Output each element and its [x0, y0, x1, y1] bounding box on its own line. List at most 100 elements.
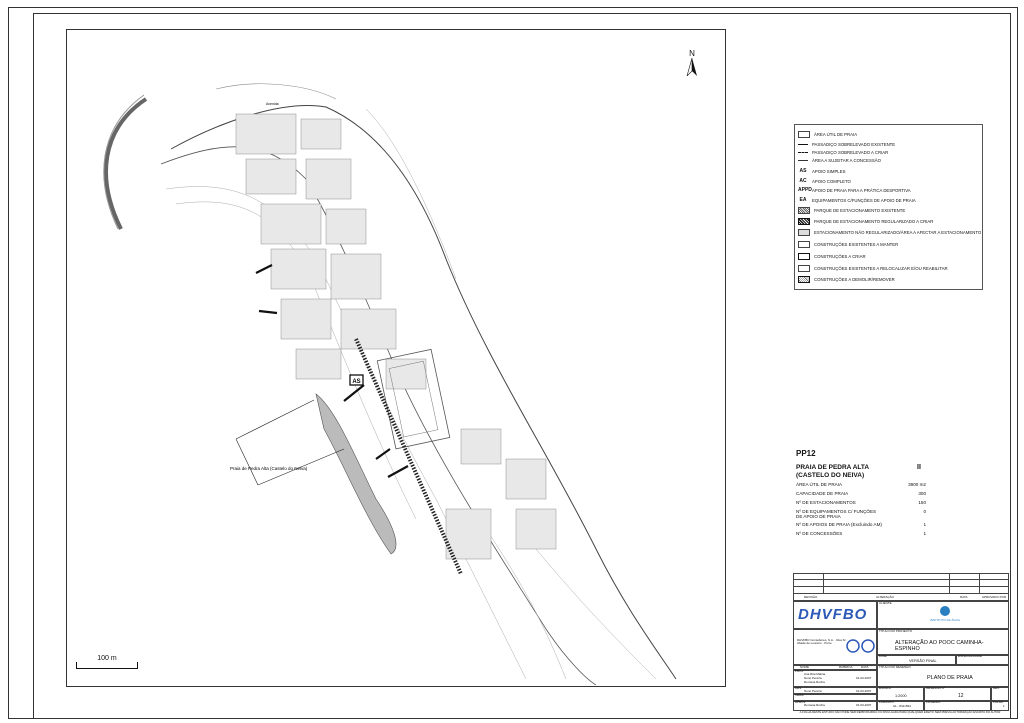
- beach-stat-row: Nº DE CONCESSÕES 1: [796, 531, 926, 536]
- north-arrow-icon: [686, 57, 697, 78]
- scale-label: 100 m: [97, 655, 117, 662]
- legend-label: CONSTRUÇÕES EXISTENTES A MANTER: [814, 242, 899, 247]
- project-title-cell: TÍTULO DO PROJECTO ALTERAÇÃO AO POOC CAM…: [876, 628, 1009, 656]
- scale-bar-graphic: [76, 662, 138, 669]
- legend-swatch-icon: [798, 144, 808, 145]
- beach-stat-row: Nº DE APOIOS DE PRAIA (Excluindo AM) 1: [796, 522, 926, 527]
- legend-item: AS APOIO SIMPLES: [798, 168, 846, 174]
- beach-stat-label: Nº DE ESTACIONAMENTOS: [796, 500, 856, 505]
- legend-item: ESTACIONAMENTO NÃO REGULARIZADO/ÁREA A A…: [798, 229, 981, 236]
- beach-stat-row: ÁREA ÚTIL DE PRAIA 3900 m2: [796, 482, 926, 487]
- legend-swatch-icon: [798, 229, 810, 236]
- legend-label: PASSADIÇO SOBRELEVADO A CRIAR: [812, 150, 889, 155]
- client-cell: CLIENTE INSTITUTO DA ÁGUA: [876, 600, 1009, 630]
- beach-stat-row: CAPACIDADE DE PRAIA 300: [796, 491, 926, 496]
- legend-swatch-icon: [798, 253, 810, 260]
- legend-swatch-icon: [798, 152, 808, 153]
- beach-stat-value: 150: [918, 500, 926, 505]
- rocky-shore: [315, 393, 397, 555]
- legend-label: CONSTRUÇÕES A CRIAR: [814, 254, 866, 259]
- role-label: DES.: [795, 686, 803, 690]
- legend-item: CONSTRUÇÕES EXISTENTES A RELOCALIZAR E/O…: [798, 265, 948, 272]
- beach-code: PP12: [796, 449, 816, 458]
- beach-stat-value: 300: [918, 491, 926, 496]
- legend-item: AC APOIO COMPLETO: [798, 178, 851, 184]
- legend-panel: ÁREA ÚTIL DE PRAIA PASSADIÇO SOBRELEVADO …: [794, 124, 983, 290]
- legend-swatch-icon: [798, 218, 810, 225]
- legend-item: EA EQUIPAMENTOS C/FUNÇÕES DE APOIO DE PRA…: [798, 197, 916, 203]
- legend-item: PASSADIÇO SOBRELEVADO A CRIAR: [798, 150, 888, 155]
- legend-item: CONSTRUÇÕES EXISTENTES A MANTER: [798, 241, 898, 248]
- legend-swatch-icon: [798, 276, 810, 283]
- legend-item: ÁREA A SUJEITAR A CONCESSÃO: [798, 158, 881, 163]
- legend-swatch-icon: [798, 160, 808, 161]
- legend-symbol: AC: [799, 178, 807, 184]
- beach-stat-label: Nº DE APOIOS DE PRAIA (Excluindo AM): [796, 522, 882, 527]
- legend-label: APOIO COMPLETO: [812, 178, 851, 184]
- legend-item: PARQUE DE ESTACIONAMENTO EXISTENTE: [798, 207, 905, 214]
- legend-label: PARQUE DE ESTACIONAMENTO REGULARIZADO A …: [814, 219, 934, 224]
- revision-table: [793, 573, 1009, 594]
- beach-stat-row: Nº DE EQUIPAMENTOS C/ FUNÇÕES DE APOIO DE…: [796, 509, 926, 520]
- legend-label: PARQUE DE ESTACIONAMENTO EXISTENTE: [814, 208, 906, 213]
- legend-label: CONSTRUÇÕES EXISTENTES A RELOCALIZAR E/O…: [814, 266, 948, 271]
- legend-item: PASSADIÇO SOBRELEVADO EXISTENTE: [798, 142, 895, 147]
- beach-info: PP12 PRAIA DE PEDRA ALTA (CASTELO DO NEI…: [796, 449, 926, 536]
- title-block: REVISÃO ALTERAÇÃO DATA APROVADO POR DHVF…: [793, 573, 1009, 716]
- legend-swatch-icon: [798, 207, 810, 214]
- role-date: 01-03-2007: [856, 703, 872, 707]
- north-label: N: [689, 49, 695, 58]
- legend-symbol: EA: [799, 197, 807, 203]
- legend-label: CONSTRUÇÕES A DEMOLIR/REMOVER: [814, 277, 895, 282]
- contour-lines: [165, 108, 657, 680]
- drawing-title-cell: TÍTULO DO DESENHO PLANO DE PRAIA: [876, 664, 1009, 688]
- scale-bar: 100 m: [76, 655, 138, 669]
- project-title: ALTERAÇÃO AO POOC CAMINHA-ESPINHO: [895, 640, 984, 652]
- beach-stat-value: 0: [923, 509, 926, 514]
- legend-item: CONSTRUÇÕES A CRIAR: [798, 253, 866, 260]
- beach-stat-label: CAPACIDADE DE PRAIA: [796, 491, 849, 496]
- north-arrow: N: [685, 49, 699, 78]
- road-label: Avenida: [266, 102, 279, 106]
- legend-label: ESTACIONAMENTO NÃO REGULARIZADO/ÁREA A A…: [814, 230, 982, 235]
- footer-note: A FOLHA DESTE ESTUDO NÃO PODE SER REPROD…: [799, 710, 1001, 714]
- legend-symbol: APPD: [798, 187, 812, 193]
- legend-item: CONSTRUÇÕES A DEMOLIR/REMOVER: [798, 276, 895, 283]
- legend-label: APOIO SIMPLES: [812, 168, 846, 174]
- drawing-title: PLANO DE PRAIA: [927, 675, 973, 681]
- beach-stat-label: ÁREA ÚTIL DE PRAIA: [796, 482, 843, 487]
- role-label: VERIF.: [795, 693, 805, 697]
- buildings: [235, 113, 557, 560]
- beach-stat-row: Nº DE ESTACIONAMENTOS 150: [796, 500, 926, 505]
- beach-name-line2: (CASTELO DO NEIVA): [796, 472, 865, 479]
- role-label: PROJ.: [795, 669, 804, 673]
- beach-stat-value: 3900 m2: [908, 482, 926, 487]
- beach-stat-label: Nº DE CONCESSÕES: [796, 531, 843, 536]
- legend-label: ÁREA A SUJEITAR A CONCESSÃO: [812, 158, 881, 163]
- company-logo: DHVFBO: [798, 606, 868, 623]
- legend-label: APOIO DE PRAIA PARA A PRÁTICA DESPORTIVA: [812, 187, 911, 193]
- legend-swatch-icon: [798, 265, 810, 272]
- company-info-cell: DHVFBO Consultores, S.A. · Rua Sr. Abade…: [793, 628, 878, 666]
- legend-label: PASSADIÇO SOBRELEVADO EXISTENTE: [812, 142, 896, 147]
- legend-label: EQUIPAMENTOS C/FUNÇÕES DE APOIO DE PRAIA: [812, 197, 916, 203]
- beach-stat-label-cont: DE APOIO DE PRAIA: [796, 514, 841, 520]
- certification-logos-icon: [846, 639, 875, 653]
- beach-class: II: [917, 464, 921, 471]
- beach-stat-value: 1: [923, 522, 926, 527]
- role-date: 01-03-2007: [856, 676, 872, 680]
- legend-item: ÁREA ÚTIL DE PRAIA: [798, 131, 857, 138]
- company-logo-cell: DHVFBO: [793, 600, 878, 630]
- site-plan-map[interactable]: AS Praia de Pedra Alta (Castelo do Neiva…: [66, 29, 724, 685]
- beach-name: PRAIA DE PEDRA ALTA (CASTELO DO NEIVA): [796, 464, 926, 480]
- beach-map-label: Praia de Pedra Alta (Castelo do Neiva): [230, 466, 308, 471]
- legend-swatch-icon: [798, 131, 810, 138]
- legend-item: APPD APOIO DE PRAIA PARA A PRÁTICA DESPOR…: [798, 187, 911, 193]
- legend-item: PARQUE DE ESTACIONAMENTO REGULARIZADO A …: [798, 218, 933, 225]
- role-name: Romana Rocha: [804, 703, 825, 707]
- breakwater: [104, 97, 148, 230]
- beach-name-line1: PRAIA DE PEDRA ALTA: [796, 464, 870, 471]
- role-name: Romana Rocha: [804, 680, 825, 684]
- water-institute-icon: [940, 606, 950, 616]
- legend-swatch-icon: [798, 241, 810, 248]
